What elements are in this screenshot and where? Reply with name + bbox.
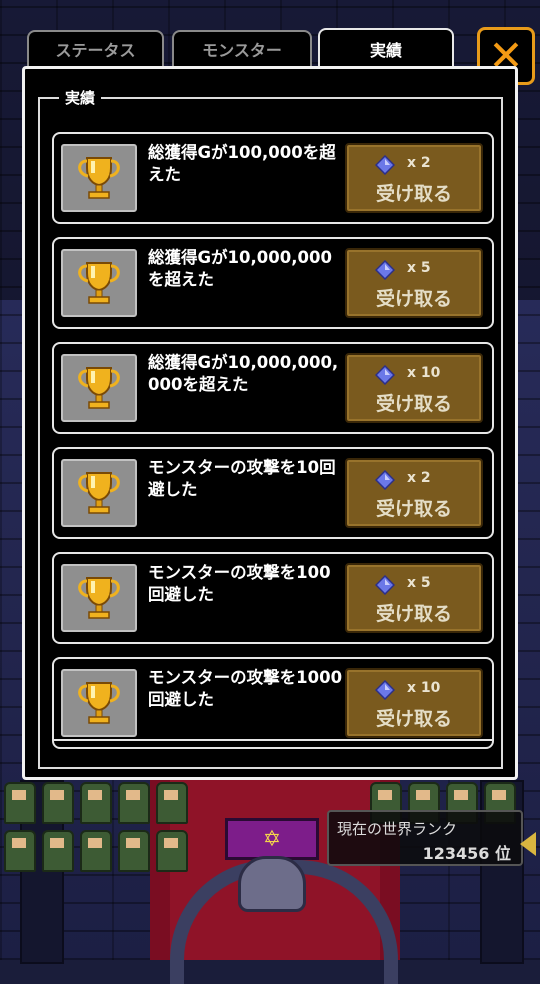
trophy-icon-box	[61, 669, 137, 737]
list-divider	[52, 739, 492, 741]
claim-label: 受け取る	[375, 183, 452, 205]
world-rank-label: 現在の世界ランク	[337, 820, 458, 838]
achievement-text: モンスターの攻撃を10回避した	[148, 458, 336, 499]
trophy-icon-box	[61, 564, 137, 632]
tab-monster[interactable]: モンスター	[172, 30, 312, 66]
achievement-item: モンスターの攻撃を10回避した x 2 受け取る	[52, 447, 494, 539]
claim-label: 受け取る	[375, 498, 452, 520]
claim-button[interactable]: x 10 受け取る	[345, 668, 483, 738]
gem-icon	[375, 470, 395, 490]
gem-icon	[375, 155, 395, 175]
trophy-icon	[78, 157, 120, 199]
achievement-item: モンスターの攻撃を100回避した x 5 受け取る	[52, 552, 494, 644]
trophy-icon-box	[61, 354, 137, 422]
world-rank-box: 現在の世界ランク 123456 位	[327, 810, 523, 866]
claim-label: 受け取る	[375, 288, 452, 310]
trophy-icon	[78, 472, 120, 514]
achievement-item: モンスターの攻撃を1000回避した x 10 受け取る	[52, 657, 494, 749]
world-rank-value: 123456 位	[422, 844, 511, 863]
reward-count: x 10	[407, 680, 441, 696]
reward-count: x 10	[407, 365, 441, 381]
gem-icon	[375, 575, 395, 595]
claim-button[interactable]: x 2 受け取る	[345, 458, 483, 528]
claim-label: 受け取る	[375, 393, 452, 415]
achievement-text: モンスターの攻撃を1000回避した	[148, 668, 343, 709]
side-arrow-icon[interactable]	[520, 832, 536, 856]
achievement-list[interactable]: 総獲得Gが100,000を超えた x 2 受け取る 総獲得Gが10,000,00…	[52, 132, 494, 762]
achievement-item: 総獲得Gが10,000,000を超えた x 5 受け取る	[52, 237, 494, 329]
trophy-icon	[78, 682, 120, 724]
achievement-text: 総獲得Gが10,000,000を超えた	[148, 248, 332, 289]
claim-label: 受け取る	[375, 603, 452, 625]
hexagram-banner: ✡	[225, 818, 319, 860]
claim-button[interactable]: x 10 受け取る	[345, 353, 483, 423]
trophy-icon	[78, 577, 120, 619]
tab-achievements[interactable]: 実績	[318, 28, 454, 68]
panel-title: 実績	[59, 87, 102, 108]
achievement-text: 総獲得Gが10,000,000,000を超えた	[148, 353, 339, 394]
claim-label: 受け取る	[375, 708, 452, 730]
claim-button[interactable]: x 5 受け取る	[345, 563, 483, 633]
trophy-icon-box	[61, 459, 137, 527]
tab-status[interactable]: ステータス	[27, 30, 164, 66]
achievements-panel: 実績 総獲得Gが100,000を超えた x 2 受け取る 総獲得Gが10,000…	[22, 66, 518, 780]
reward-count: x 5	[407, 260, 431, 276]
gem-icon	[375, 260, 395, 280]
reward-count: x 2	[407, 470, 431, 486]
trophy-icon	[78, 367, 120, 409]
reward-count: x 5	[407, 575, 431, 591]
achievement-text: モンスターの攻撃を100回避した	[148, 563, 331, 604]
trophy-icon-box	[61, 249, 137, 317]
gem-icon	[375, 365, 395, 385]
achievement-text: 総獲得Gが100,000を超えた	[148, 143, 336, 184]
trophy-icon-box	[61, 144, 137, 212]
achievement-item: 総獲得Gが100,000を超えた x 2 受け取る	[52, 132, 494, 224]
reward-count: x 2	[407, 155, 431, 171]
achievement-item: 総獲得Gが10,000,000,000を超えた x 10 受け取る	[52, 342, 494, 434]
claim-button[interactable]: x 2 受け取る	[345, 143, 483, 213]
gem-icon	[375, 680, 395, 700]
skull-throne	[238, 856, 306, 912]
claim-button[interactable]: x 5 受け取る	[345, 248, 483, 318]
trophy-icon	[78, 262, 120, 304]
